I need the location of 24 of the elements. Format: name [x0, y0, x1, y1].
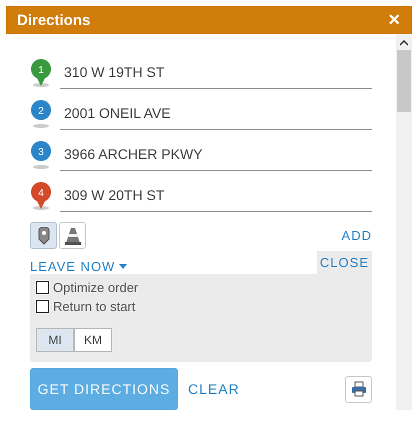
cone-mode-button[interactable] [59, 222, 86, 249]
checkbox-label: Optimize order [53, 280, 138, 295]
address-field[interactable]: 3966 ARCHER PKWY [60, 138, 372, 170]
scroll-thumb[interactable] [397, 50, 411, 112]
leave-now-dropdown[interactable]: LEAVE NOW [30, 259, 128, 274]
address-field[interactable]: 309 W 20TH ST [60, 180, 372, 212]
caret-icon [119, 264, 128, 269]
unit-toggle[interactable]: MI [36, 328, 74, 352]
scrollbar[interactable] [396, 34, 412, 410]
checkbox[interactable] [36, 300, 49, 313]
checkbox[interactable] [36, 281, 49, 294]
print-button[interactable] [345, 376, 372, 402]
window-title: Directions [17, 12, 90, 28]
address-field[interactable]: 2001 ONEIL AVE [60, 98, 372, 130]
map-pin-icon [38, 226, 50, 244]
scroll-up-icon [400, 40, 408, 46]
unit-toggle[interactable]: KM [74, 328, 112, 352]
pin-mode-button[interactable] [30, 222, 57, 249]
print-icon [350, 381, 366, 397]
address-field[interactable]: 310 W 19TH ST [60, 56, 372, 88]
add-link[interactable]: ADD [342, 228, 372, 243]
checkbox-label: Return to start [53, 299, 136, 314]
clear-link[interactable]: CLEAR [188, 381, 240, 397]
traffic-cone-icon [64, 226, 80, 244]
